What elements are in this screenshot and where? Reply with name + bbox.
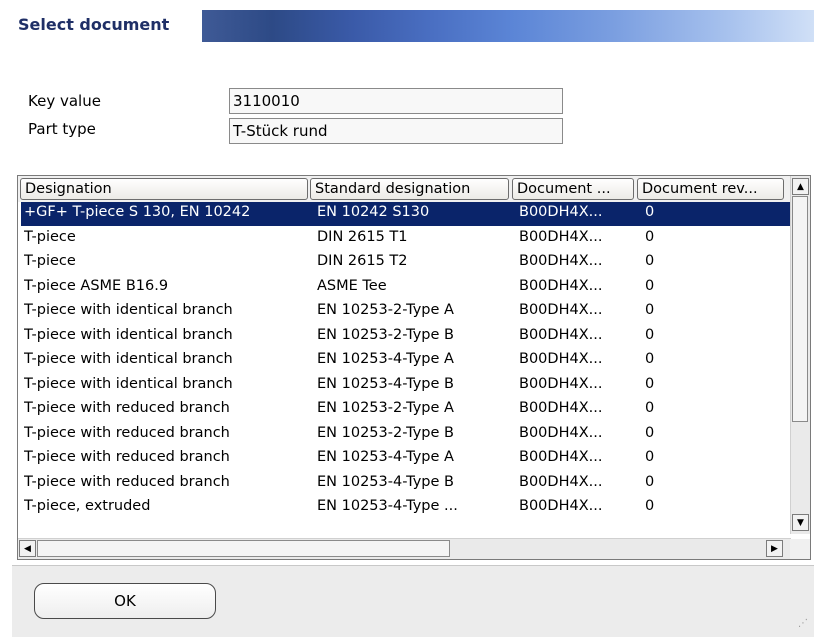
cell-designation: T-piece with reduced branch xyxy=(24,424,230,441)
cell-designation: T-piece ASME B16.9 xyxy=(24,277,169,294)
cell-designation: T-piece with identical branch xyxy=(24,351,233,367)
cell-document-revision: 0 xyxy=(645,326,655,343)
arrow-up-icon: ▲ xyxy=(797,181,804,192)
cell-designation: T-piece with identical branch xyxy=(24,302,233,318)
cell-designation: T-piece xyxy=(24,253,76,269)
cell-designation: T-piece with reduced branch xyxy=(24,400,230,416)
cell-document-revision: 0 xyxy=(645,277,655,294)
cell-document-revision: 0 xyxy=(645,375,655,392)
column-header-document[interactable]: Document ... xyxy=(512,178,634,200)
cell-document-revision: 0 xyxy=(645,498,655,514)
column-header-document-revision[interactable]: Document rev... xyxy=(637,178,784,200)
table-row[interactable]: +GF+ T-piece S 130, EN 10242 EN 10242 S13… xyxy=(21,202,791,226)
vertical-scroll-thumb[interactable] xyxy=(792,196,808,422)
scrollbar-corner xyxy=(790,539,810,559)
arrow-right-icon: ▶ xyxy=(771,543,778,554)
table-header: Designation Standard designation Documen… xyxy=(18,176,810,202)
table-row[interactable]: T-piece with reduced branch EN 10253-4-Ty… xyxy=(21,447,791,471)
cell-document-revision: 0 xyxy=(645,302,655,318)
cell-designation: +GF+ T-piece S 130, EN 10242 xyxy=(24,204,251,220)
cell-document-revision: 0 xyxy=(645,204,655,220)
cell-standard-designation: EN 10253-4-Type B xyxy=(317,473,454,490)
table-row[interactable]: T-piece with identical branch EN 10253-4-… xyxy=(21,374,791,398)
cell-document-revision: 0 xyxy=(645,228,655,245)
key-value-label: Key value xyxy=(28,92,101,110)
horizontal-scrollbar[interactable]: ◀ ▶ xyxy=(18,538,791,559)
cell-standard-designation: DIN 2615 T1 xyxy=(317,228,408,245)
window-title: Select document xyxy=(18,15,170,34)
cell-document: B00DH4X... xyxy=(519,449,603,465)
cell-document: B00DH4X... xyxy=(519,351,603,367)
cell-standard-designation: DIN 2615 T2 xyxy=(317,253,408,269)
table-row[interactable]: T-piece with identical branch EN 10253-2-… xyxy=(21,325,791,349)
table-row[interactable]: T-piece with identical branch EN 10253-4-… xyxy=(21,349,791,373)
cell-document-revision: 0 xyxy=(645,449,655,465)
cell-standard-designation: EN 10253-4-Type ... xyxy=(317,498,458,514)
arrow-left-icon: ◀ xyxy=(24,543,31,554)
cell-document: B00DH4X... xyxy=(519,228,603,245)
cell-document: B00DH4X... xyxy=(519,473,603,490)
scroll-right-button[interactable]: ▶ xyxy=(766,540,783,557)
cell-document: B00DH4X... xyxy=(519,302,603,318)
cell-designation: T-piece with reduced branch xyxy=(24,449,230,465)
table-row[interactable]: T-piece DIN 2615 T1 B00DH4X... 0 xyxy=(21,227,791,251)
table-row[interactable]: T-piece with reduced branch EN 10253-2-Ty… xyxy=(21,398,791,422)
vertical-scrollbar[interactable]: ▲ ▼ xyxy=(790,176,810,534)
table-row[interactable]: T-piece DIN 2615 T2 B00DH4X... 0 xyxy=(21,251,791,275)
cell-standard-designation: EN 10253-2-Type A xyxy=(317,400,454,416)
table-row[interactable]: T-piece, extruded EN 10253-4-Type ... B00D… xyxy=(21,496,791,520)
cell-designation: T-piece xyxy=(24,228,76,245)
cell-document: B00DH4X... xyxy=(519,400,603,416)
cell-designation: T-piece with reduced branch xyxy=(24,473,230,490)
cell-designation: T-piece, extruded xyxy=(24,498,151,514)
cell-standard-designation: EN 10242 S130 xyxy=(317,204,430,220)
cell-document: B00DH4X... xyxy=(519,424,603,441)
dialog-footer: OK ⋰ xyxy=(12,565,814,637)
cell-standard-designation: EN 10253-4-Type A xyxy=(317,351,454,367)
cell-standard-designation: ASME Tee xyxy=(317,277,387,294)
table-row[interactable]: T-piece ASME B16.9 ASME Tee B00DH4X... 0 xyxy=(21,276,791,300)
cell-document: B00DH4X... xyxy=(519,498,603,514)
cell-document: B00DH4X... xyxy=(519,375,603,392)
cell-standard-designation: EN 10253-2-Type B xyxy=(317,326,454,343)
cell-document: B00DH4X... xyxy=(519,253,603,269)
cell-document-revision: 0 xyxy=(645,253,655,269)
title-bar: Select document xyxy=(12,10,814,42)
cell-document: B00DH4X... xyxy=(519,326,603,343)
table-row[interactable]: T-piece with reduced branch EN 10253-2-Ty… xyxy=(21,423,791,447)
cell-document: B00DH4X... xyxy=(519,204,603,220)
cell-document-revision: 0 xyxy=(645,424,655,441)
part-type-label: Part type xyxy=(28,120,96,138)
cell-standard-designation: EN 10253-2-Type B xyxy=(317,424,454,441)
key-value-field: 3110010 xyxy=(229,88,563,114)
cell-standard-designation: EN 10253-4-Type B xyxy=(317,375,454,392)
table-row[interactable]: T-piece with reduced branch EN 10253-4-Ty… xyxy=(21,472,791,496)
ok-button[interactable]: OK xyxy=(34,583,216,619)
cell-document: B00DH4X... xyxy=(519,277,603,294)
cell-document-revision: 0 xyxy=(645,351,655,367)
cell-standard-designation: EN 10253-2-Type A xyxy=(317,302,454,318)
part-type-field: T-Stück rund xyxy=(229,118,563,144)
cell-document-revision: 0 xyxy=(645,473,655,490)
cell-standard-designation: EN 10253-4-Type A xyxy=(317,449,454,465)
document-table[interactable]: Designation Standard designation Documen… xyxy=(17,175,811,560)
arrow-down-icon: ▼ xyxy=(797,517,804,528)
column-header-designation[interactable]: Designation xyxy=(20,178,308,200)
scroll-left-button[interactable]: ◀ xyxy=(19,540,36,557)
cell-designation: T-piece with identical branch xyxy=(24,375,233,392)
column-header-standard-designation[interactable]: Standard designation xyxy=(310,178,509,200)
scroll-down-button[interactable]: ▼ xyxy=(792,514,809,531)
table-row[interactable]: T-piece with identical branch EN 10253-2-… xyxy=(21,300,791,324)
resize-grip-icon[interactable]: ⋰ xyxy=(798,619,810,633)
cell-document-revision: 0 xyxy=(645,400,655,416)
scroll-up-button[interactable]: ▲ xyxy=(792,178,809,195)
horizontal-scroll-thumb[interactable] xyxy=(37,540,450,557)
cell-designation: T-piece with identical branch xyxy=(24,326,233,343)
